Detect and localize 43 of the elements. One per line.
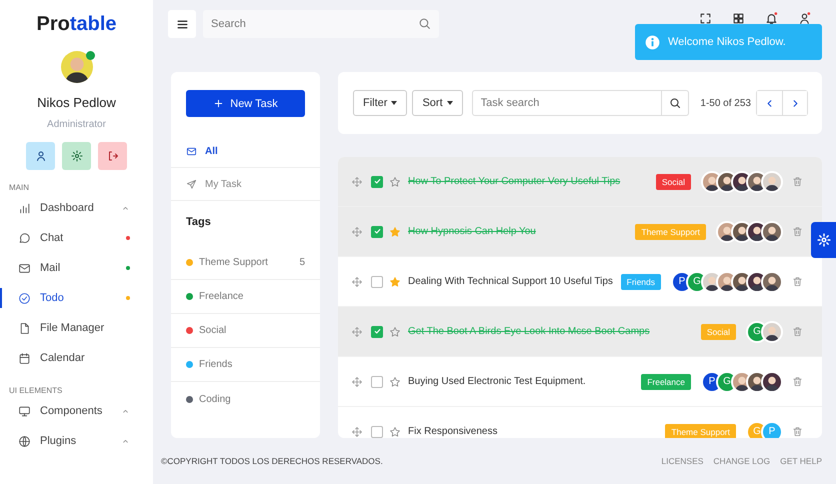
tag-label[interactable]: Freelance — [199, 291, 305, 302]
logo: Protable — [35, 13, 118, 37]
new-task-button[interactable]: New Task — [186, 90, 305, 117]
copyright-text: ©COPYRIGHT TODOS LOS DERECHOS RESERVADOS. — [161, 456, 384, 466]
task-tag: Social — [656, 174, 691, 190]
search-field[interactable]: Search — [203, 10, 439, 38]
nav-item[interactable]: Mail — [0, 253, 153, 283]
tag-label[interactable]: Friends — [199, 359, 305, 370]
tag-label[interactable]: Social — [199, 325, 305, 336]
section-label: MAIN — [9, 183, 30, 193]
folder-item[interactable]: My Task — [171, 168, 320, 201]
tag-count: 5 — [299, 257, 305, 268]
filter-button[interactable]: Filter — [353, 90, 408, 116]
sort-button[interactable]: Sort — [412, 90, 463, 116]
tags-heading: Tags — [185, 215, 212, 230]
task-tag: Theme Support — [635, 224, 706, 240]
task-tag: Friends — [620, 274, 661, 290]
task-title: Get The Boot A Birds Eye Look Into Mcse Boot Camps — [408, 326, 651, 337]
tag-label[interactable]: Theme Support — [199, 257, 294, 268]
nav-item[interactable]: Calendar — [0, 343, 153, 373]
nav-item[interactable]: Plugins — [0, 426, 153, 456]
task-title: Fix Responsiveness — [408, 426, 498, 437]
tag-label[interactable]: Coding — [199, 394, 305, 404]
task-search-field[interactable]: Task search — [472, 90, 662, 116]
nav-item[interactable]: Todo — [0, 283, 153, 313]
user-role: Administrator — [46, 119, 107, 130]
task-title: Buying Used Electronic Test Equipment. — [408, 376, 587, 387]
task-title: Dealing With Technical Support 10 Useful Tips — [408, 276, 614, 287]
section-label: UI ELEMENTS — [9, 386, 64, 396]
page-range: 1-50 of 253 — [700, 98, 751, 108]
user-name: Nikos Pedlow — [36, 95, 117, 110]
nav-item[interactable]: Chat — [0, 223, 153, 253]
task-title: How To Protect Your Computer Very Useful Tips — [408, 176, 622, 187]
folder-item[interactable]: All — [171, 135, 320, 168]
nav-item[interactable]: Dashboard — [0, 193, 153, 223]
toast-message: Welcome Nikos Pedlow. — [668, 36, 786, 48]
task-title: How Hypnosis Can Help You — [408, 226, 537, 237]
task-tag: Social — [700, 324, 736, 340]
task-tag: Theme Support — [665, 424, 736, 438]
task-tag: Freelance — [641, 374, 691, 390]
nav-item[interactable]: Components — [0, 396, 153, 426]
nav-item[interactable]: File Manager — [0, 313, 153, 343]
avatar: P — [761, 420, 783, 438]
